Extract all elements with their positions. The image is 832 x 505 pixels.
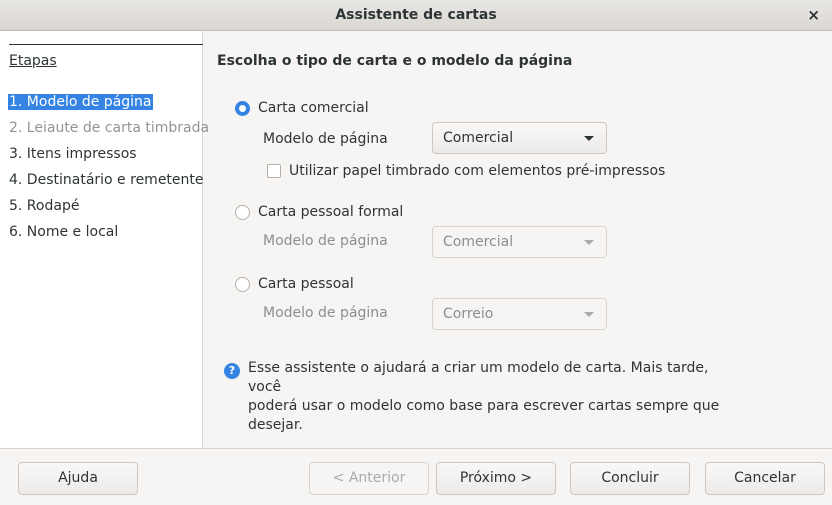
personal-letter-radio[interactable] xyxy=(235,277,250,292)
steps-header: Etapas xyxy=(9,53,57,69)
formal-page-design-dropdown[interactable]: Comercial xyxy=(432,226,607,258)
step-letterhead-layout[interactable]: 2. Leiaute de carta timbrada xyxy=(9,120,209,136)
title-bar[interactable]: Assistente de cartas × xyxy=(0,0,832,31)
letter-wizard-window: Assistente de cartas × Etapas 1. Modelo … xyxy=(0,0,832,505)
info-line: Esse assistente o ajudará a criar um mod… xyxy=(248,360,709,395)
info-line: poderá usar o modelo como base para escr… xyxy=(248,398,720,414)
info-text: Esse assistente o ajudará a criar um mod… xyxy=(248,359,738,435)
main-panel: Escolha o tipo de carta e o modelo da pá… xyxy=(203,31,832,448)
dropdown-value: Correio xyxy=(443,306,494,322)
cancel-button[interactable]: Cancelar xyxy=(705,462,825,495)
formal-personal-letter-radio[interactable] xyxy=(235,205,250,220)
close-icon[interactable]: × xyxy=(807,6,820,24)
business-page-design-dropdown[interactable]: Comercial xyxy=(432,122,607,154)
back-button[interactable]: < Anterior xyxy=(309,462,429,495)
business-letter-label[interactable]: Carta comercial xyxy=(258,100,369,116)
dropdown-value: Comercial xyxy=(443,234,514,250)
help-button[interactable]: Ajuda xyxy=(18,462,138,495)
step-page-design[interactable]: 1. Modelo de página xyxy=(8,94,153,110)
letterhead-checkbox-label[interactable]: Utilizar papel timbrado com elementos pr… xyxy=(289,163,665,179)
personal-page-design-label: Modelo de página xyxy=(263,305,388,321)
steps-sidebar: Etapas 1. Modelo de página 2. Leiaute de… xyxy=(0,31,209,448)
formal-personal-letter-label[interactable]: Carta pessoal formal xyxy=(258,204,403,220)
step-name-location[interactable]: 6. Nome e local xyxy=(9,224,118,240)
next-button[interactable]: Próximo > xyxy=(436,462,556,495)
step-printed-items[interactable]: 3. Itens impressos xyxy=(9,146,137,162)
letterhead-checkbox[interactable] xyxy=(267,164,281,178)
sidebar-divider xyxy=(9,44,203,45)
personal-page-design-dropdown[interactable]: Correio xyxy=(432,298,607,330)
chevron-down-icon xyxy=(584,136,594,141)
formal-page-design-label: Modelo de página xyxy=(263,233,388,249)
step-footer[interactable]: 5. Rodapé xyxy=(9,198,79,214)
chevron-down-icon xyxy=(584,240,594,245)
personal-letter-label[interactable]: Carta pessoal xyxy=(258,276,354,292)
finish-button[interactable]: Concluir xyxy=(570,462,690,495)
business-page-design-label: Modelo de página xyxy=(263,131,388,147)
question-icon: ? xyxy=(224,363,240,379)
window-title: Assistente de cartas xyxy=(335,7,497,23)
step-recipient-sender[interactable]: 4. Destinatário e remetente xyxy=(9,172,204,188)
business-letter-radio[interactable] xyxy=(235,101,250,116)
info-line: desejar. xyxy=(248,417,303,433)
dropdown-value: Comercial xyxy=(443,130,514,146)
chevron-down-icon xyxy=(584,312,594,317)
button-bar: Ajuda < Anterior Próximo > Concluir Canc… xyxy=(0,448,832,505)
page-title: Escolha o tipo de carta e o modelo da pá… xyxy=(217,53,573,69)
